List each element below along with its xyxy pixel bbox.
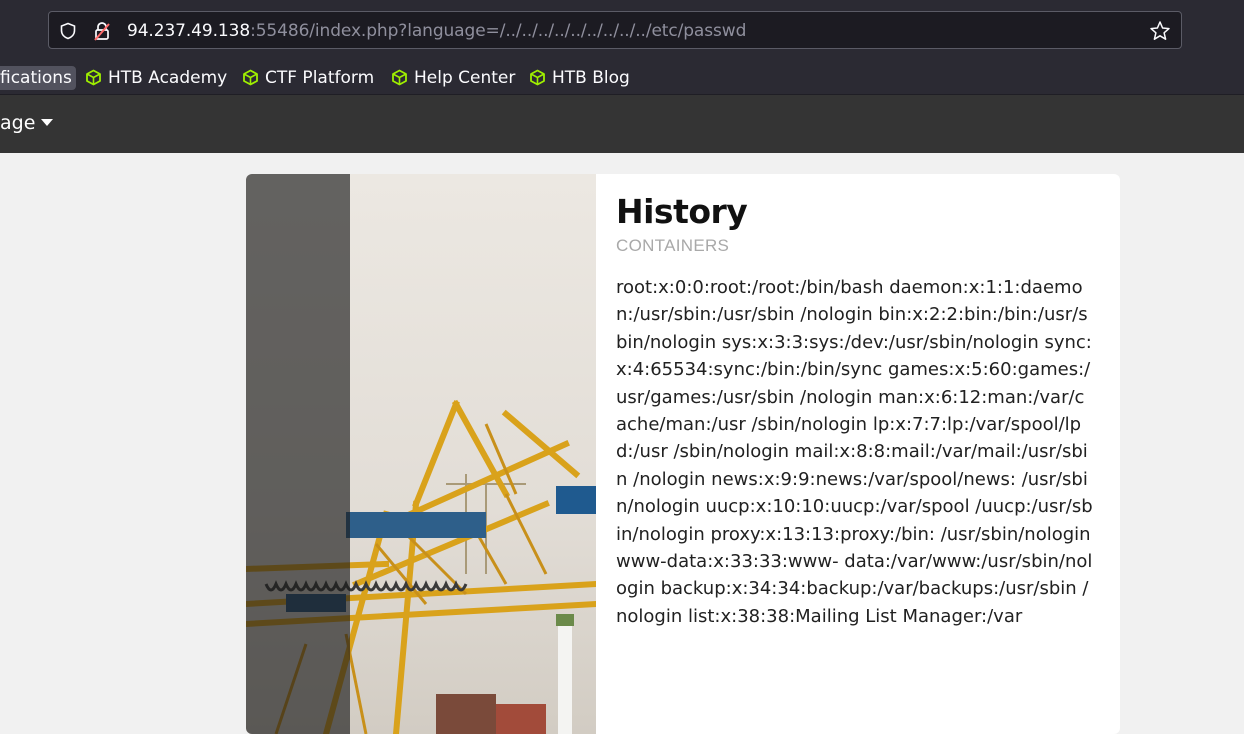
star-icon[interactable] — [1149, 20, 1171, 42]
bookmark-ctf-platform[interactable]: CTF Platform — [242, 66, 374, 90]
htb-cube-icon — [243, 69, 258, 86]
shield-icon[interactable] — [59, 22, 77, 40]
url-path: :55486/index.php?language=/../../../../.… — [250, 21, 747, 41]
history-card: History CONTAINERS root:x:0:0:root:/root… — [246, 174, 1120, 734]
url-text[interactable]: 94.237.49.138:55486/index.php?language=/… — [127, 20, 746, 42]
address-bar[interactable]: 94.237.49.138:55486/index.php?language=/… — [48, 11, 1182, 49]
container-port-photo — [246, 174, 596, 734]
bookmark-help-center[interactable]: Help Center — [391, 66, 515, 90]
bookmark-label: fications — [0, 68, 72, 88]
bookmark-label: Help Center — [414, 68, 516, 88]
htb-cube-icon — [86, 69, 101, 86]
bookmark-notifications[interactable]: fications — [0, 66, 76, 90]
bookmark-label: CTF Platform — [265, 68, 375, 88]
htb-cube-icon — [392, 69, 407, 86]
language-dropdown[interactable]: age — [0, 112, 54, 134]
htb-cube-icon — [530, 69, 545, 86]
browser-toolbar: 94.237.49.138:55486/index.php?language=/… — [0, 0, 1244, 62]
bookmark-htb-blog[interactable]: HTB Blog — [529, 66, 630, 90]
site-navbar: age — [0, 95, 1244, 153]
card-subtitle: CONTAINERS — [616, 236, 730, 255]
language-label: age — [0, 112, 36, 134]
bookmarks-toolbar: fications HTB Academy CTF Platform Help … — [0, 62, 1244, 95]
insecure-lock-icon[interactable] — [93, 21, 111, 41]
bookmark-htb-academy[interactable]: HTB Academy — [85, 66, 227, 90]
bookmark-label: HTB Blog — [552, 68, 630, 88]
bookmark-label: HTB Academy — [108, 68, 228, 88]
card-body-text: root:x:0:0:root:/root:/bin/bash daemon:x… — [616, 277, 1093, 627]
url-host: 94.237.49.138 — [127, 21, 251, 41]
caret-down-icon — [41, 119, 54, 126]
card-title: History — [616, 192, 748, 231]
card-content: History CONTAINERS root:x:0:0:root:/root… — [616, 192, 1096, 630]
